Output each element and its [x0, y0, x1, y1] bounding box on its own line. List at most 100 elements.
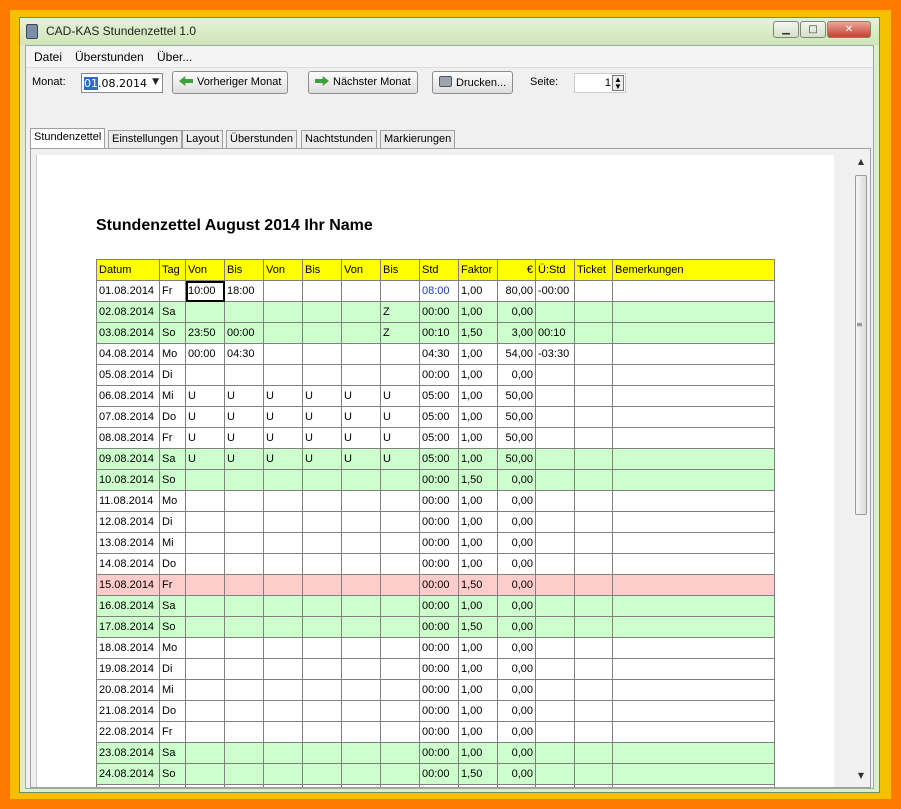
table-cell[interactable]: 1,00: [458, 658, 498, 680]
table-cell[interactable]: [224, 763, 264, 785]
table-cell[interactable]: [380, 574, 420, 596]
table-cell[interactable]: 0,00: [497, 469, 536, 491]
table-cell[interactable]: U: [263, 385, 303, 407]
table-cell[interactable]: [224, 301, 264, 323]
tab-stundenzettel[interactable]: Stundenzettel: [30, 128, 106, 149]
table-cell[interactable]: Sa: [159, 742, 186, 764]
table-cell[interactable]: [263, 364, 303, 386]
table-cell[interactable]: [380, 364, 420, 386]
table-cell[interactable]: 0,00: [497, 658, 536, 680]
table-cell[interactable]: 1,00: [458, 385, 498, 407]
table-cell[interactable]: 00:00: [419, 595, 459, 617]
table-cell[interactable]: [535, 637, 575, 659]
table-cell[interactable]: [302, 532, 342, 554]
print-button[interactable]: Drucken...: [432, 71, 514, 94]
table-cell[interactable]: [263, 532, 303, 554]
tab-ueberstunden[interactable]: Überstunden: [226, 130, 297, 148]
table-cell[interactable]: [302, 322, 342, 344]
table-cell[interactable]: U: [302, 427, 342, 449]
table-cell[interactable]: 1,00: [458, 406, 498, 428]
table-cell[interactable]: U: [263, 427, 303, 449]
table-cell[interactable]: [302, 637, 342, 659]
table-cell[interactable]: [380, 721, 420, 743]
table-cell[interactable]: 00:00: [419, 532, 459, 554]
table-cell[interactable]: [185, 553, 225, 575]
table-cell[interactable]: 0,00: [497, 301, 536, 323]
table-cell[interactable]: 01.08.2014: [96, 280, 160, 302]
table-cell[interactable]: 05.08.2014: [96, 364, 160, 386]
table-cell[interactable]: [224, 658, 264, 680]
table-cell[interactable]: [380, 469, 420, 491]
table-cell[interactable]: [612, 490, 775, 512]
table-cell[interactable]: [574, 574, 613, 596]
table-cell[interactable]: [535, 784, 575, 787]
table-cell[interactable]: [302, 364, 342, 386]
table-cell[interactable]: [574, 322, 613, 344]
table-cell[interactable]: U: [341, 448, 381, 470]
table-cell[interactable]: [263, 343, 303, 365]
table-cell[interactable]: Di: [159, 658, 186, 680]
table-cell[interactable]: [263, 490, 303, 512]
table-cell[interactable]: U: [263, 406, 303, 428]
prev-month-button[interactable]: Vorheriger Monat: [172, 71, 289, 94]
table-cell[interactable]: [535, 427, 575, 449]
table-cell[interactable]: 04:30: [224, 343, 264, 365]
table-cell[interactable]: -03:30: [535, 343, 575, 365]
table-cell[interactable]: [612, 742, 775, 764]
table-cell[interactable]: 0,00: [497, 553, 536, 575]
table-cell[interactable]: [535, 511, 575, 533]
table-cell[interactable]: 22.08.2014: [96, 721, 160, 743]
table-cell[interactable]: So: [159, 322, 186, 344]
table-cell[interactable]: 00:00: [419, 700, 459, 722]
table-cell[interactable]: [185, 469, 225, 491]
table-cell[interactable]: [185, 532, 225, 554]
table-cell[interactable]: [185, 679, 225, 701]
table-cell[interactable]: [185, 301, 225, 323]
table-cell[interactable]: [185, 742, 225, 764]
table-cell[interactable]: [224, 574, 264, 596]
table-cell[interactable]: [574, 406, 613, 428]
table-cell[interactable]: [341, 742, 381, 764]
table-cell[interactable]: [224, 490, 264, 512]
table-cell[interactable]: [380, 343, 420, 365]
table-cell[interactable]: [185, 763, 225, 785]
table-cell[interactable]: U: [302, 406, 342, 428]
table-cell[interactable]: 0,00: [497, 637, 536, 659]
menu-ueberstunden[interactable]: Überstunden: [75, 50, 144, 64]
table-cell[interactable]: [380, 742, 420, 764]
table-cell[interactable]: [263, 322, 303, 344]
table-cell[interactable]: 1,50: [458, 763, 498, 785]
table-cell[interactable]: 23:50: [185, 322, 225, 344]
table-cell[interactable]: 0,00: [497, 574, 536, 596]
table-cell[interactable]: 00:00: [419, 553, 459, 575]
table-cell[interactable]: [612, 595, 775, 617]
scroll-up-icon[interactable]: ▲: [853, 157, 869, 171]
table-cell[interactable]: [302, 301, 342, 323]
table-cell[interactable]: Do: [159, 700, 186, 722]
table-cell[interactable]: [341, 784, 381, 787]
table-cell[interactable]: U: [380, 385, 420, 407]
table-cell[interactable]: [574, 700, 613, 722]
table-cell[interactable]: U: [341, 406, 381, 428]
table-cell[interactable]: [263, 763, 303, 785]
table-cell[interactable]: Di: [159, 364, 186, 386]
table-cell[interactable]: [263, 469, 303, 491]
table-cell[interactable]: 16.08.2014: [96, 595, 160, 617]
table-cell[interactable]: 00:00: [419, 469, 459, 491]
table-cell[interactable]: [535, 700, 575, 722]
table-cell[interactable]: 50,00: [497, 427, 536, 449]
table-cell[interactable]: [263, 784, 303, 787]
table-cell[interactable]: [535, 301, 575, 323]
table-cell[interactable]: [185, 490, 225, 512]
table-cell[interactable]: [380, 616, 420, 638]
table-cell[interactable]: [185, 364, 225, 386]
spinner-arrows-icon[interactable]: ▲ ▼: [612, 75, 624, 91]
table-cell[interactable]: [612, 616, 775, 638]
table-cell[interactable]: [341, 658, 381, 680]
table-cell[interactable]: [302, 784, 342, 787]
table-cell[interactable]: 20.08.2014: [96, 679, 160, 701]
table-cell[interactable]: Mi: [159, 385, 186, 407]
table-cell[interactable]: [341, 721, 381, 743]
table-cell[interactable]: 50,00: [497, 385, 536, 407]
table-cell[interactable]: [302, 700, 342, 722]
